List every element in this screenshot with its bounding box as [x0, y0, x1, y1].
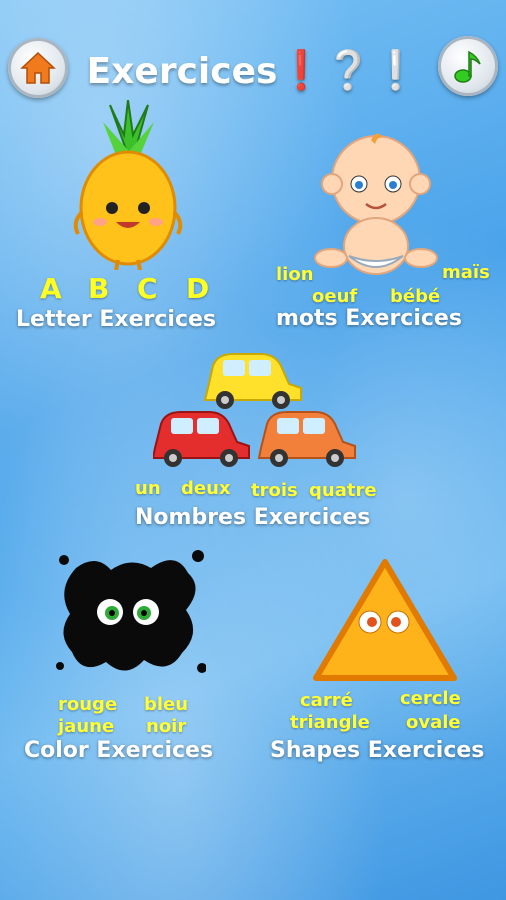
yellow-car-icon: [203, 353, 302, 409]
word-lion: lion: [276, 264, 314, 285]
pineapple-icon: [73, 100, 183, 270]
word-exercises-tile[interactable]: lion oeuf bébé maïs mots Exercices: [266, 128, 502, 338]
color-noir: noir: [146, 716, 187, 737]
color-bleu: bleu: [144, 694, 189, 715]
number-exercises-label: Nombres Exercices: [135, 505, 371, 530]
ink-blot-icon: [56, 550, 206, 673]
letter-a: A: [40, 272, 62, 305]
shape-exercises-label: Shapes Exercices: [270, 738, 485, 763]
red-car-icon: [153, 411, 250, 467]
page-title-text: Exercices: [86, 51, 278, 92]
title-punctuation-icons: ❗❔❕: [277, 48, 420, 92]
number-quatre: quatre: [309, 480, 377, 501]
music-note-icon: [454, 50, 481, 83]
word-mais: maïs: [442, 262, 490, 283]
color-exercises-tile[interactable]: rouge bleu jaune noir Color Exercices: [20, 548, 240, 770]
shape-carre: carré: [300, 690, 353, 711]
page-title: Exercices❗❔❕: [0, 48, 506, 93]
baby-icon: [314, 133, 438, 275]
color-rouge: rouge: [58, 694, 118, 715]
letter-c: C: [137, 272, 158, 305]
color-exercises-label: Color Exercices: [24, 738, 214, 763]
number-un: un: [135, 478, 161, 499]
triangle-icon: [313, 559, 457, 681]
letter-b: B: [88, 272, 110, 305]
letter-exercises-label: Letter Exercices: [16, 307, 217, 332]
shape-cercle: cercle: [400, 688, 461, 709]
color-jaune: jaune: [58, 716, 115, 737]
cars-icon: [153, 353, 356, 467]
word-exercises-label: mots Exercices: [276, 306, 462, 331]
number-exercises-tile[interactable]: un deux trois quatre Nombres Exercices: [125, 348, 385, 533]
letter-d: D: [186, 272, 210, 305]
shape-exercises-tile[interactable]: carré cercle triangle ovale Shapes Exerc…: [266, 556, 502, 770]
word-oeuf: oeuf: [312, 286, 358, 307]
number-deux: deux: [181, 478, 231, 499]
orange-car-icon: [257, 411, 356, 467]
letter-exercises-tile[interactable]: A B C D Letter Exercices: [10, 100, 250, 340]
shape-ovale: ovale: [406, 712, 461, 733]
word-bebe: bébé: [390, 286, 441, 307]
shape-triangle: triangle: [290, 712, 370, 733]
music-toggle-button[interactable]: [438, 36, 498, 96]
number-trois: trois: [251, 480, 298, 501]
